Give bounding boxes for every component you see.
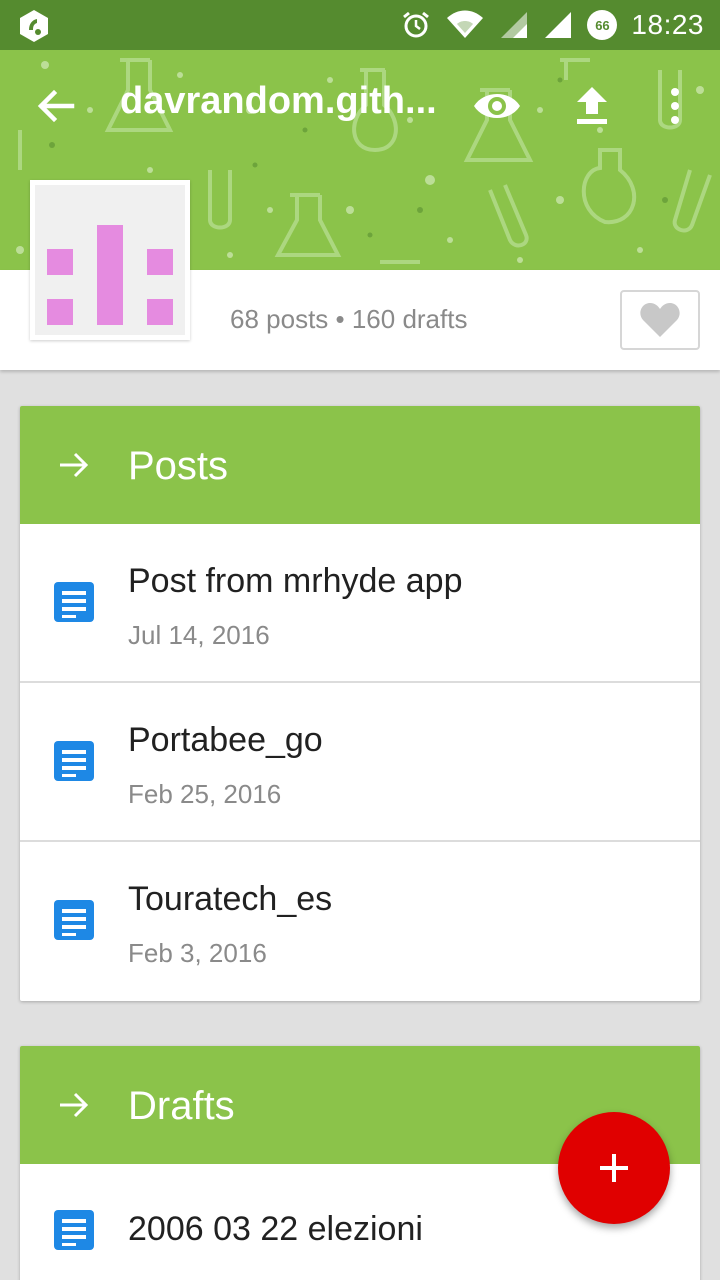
post-title: Post from mrhyde app: [128, 562, 463, 600]
eye-icon[interactable]: [472, 86, 522, 126]
more-vert-icon[interactable]: [660, 84, 690, 128]
post-date: Feb 25, 2016: [128, 779, 282, 809]
status-bar: 66 18:23: [0, 0, 720, 50]
post-list-item[interactable]: Touratech_es Feb 3, 2016: [20, 842, 700, 1001]
post-list-item[interactable]: Post from mrhyde app Jul 14, 2016: [20, 524, 700, 683]
wifi-icon: [447, 10, 484, 38]
alarm-icon: [403, 11, 430, 38]
drafts-header-label: Drafts: [128, 1084, 235, 1128]
post-title: Touratech_es: [128, 880, 333, 918]
posts-header[interactable]: Posts: [20, 406, 700, 524]
signal-icon-2: [545, 12, 572, 38]
document-icon: [54, 900, 94, 940]
post-date: Feb 3, 2016: [128, 938, 267, 968]
battery-icon: 66: [587, 10, 618, 40]
favorite-button[interactable]: [620, 290, 700, 350]
heart-icon: [640, 303, 680, 337]
notification-app-icon: [20, 10, 48, 42]
identicon-image: [47, 225, 173, 325]
back-arrow-icon[interactable]: [34, 84, 78, 128]
arrow-forward-icon: [60, 452, 89, 478]
document-icon: [54, 1210, 94, 1250]
avatar: [30, 180, 190, 340]
posts-header-label: Posts: [128, 444, 229, 488]
post-stats: 68 posts • 160 drafts: [230, 304, 468, 334]
signal-icon: [501, 12, 528, 38]
document-icon: [54, 582, 94, 622]
arrow-forward-icon: [60, 1092, 89, 1118]
post-date: Jul 14, 2016: [128, 620, 270, 650]
toolbar: davrandom.gith...: [0, 50, 720, 162]
app-screen: 66 18:23 davrandom.gith... 68 posts • 16…: [0, 0, 720, 1280]
document-icon: [54, 741, 94, 781]
upload-icon[interactable]: [570, 84, 614, 128]
clock: 18:23: [631, 9, 704, 40]
draft-title: 2006 03 22 elezioni: [128, 1210, 423, 1248]
posts-card: Posts Post from mrhyde app Jul 14, 2016 …: [20, 406, 700, 1001]
add-post-fab[interactable]: [558, 1112, 670, 1224]
post-title: Portabee_go: [128, 721, 323, 759]
post-list-item[interactable]: Portabee_go Feb 25, 2016: [20, 683, 700, 842]
site-title: davrandom.gith...: [120, 80, 437, 122]
add-icon: [600, 1154, 628, 1182]
